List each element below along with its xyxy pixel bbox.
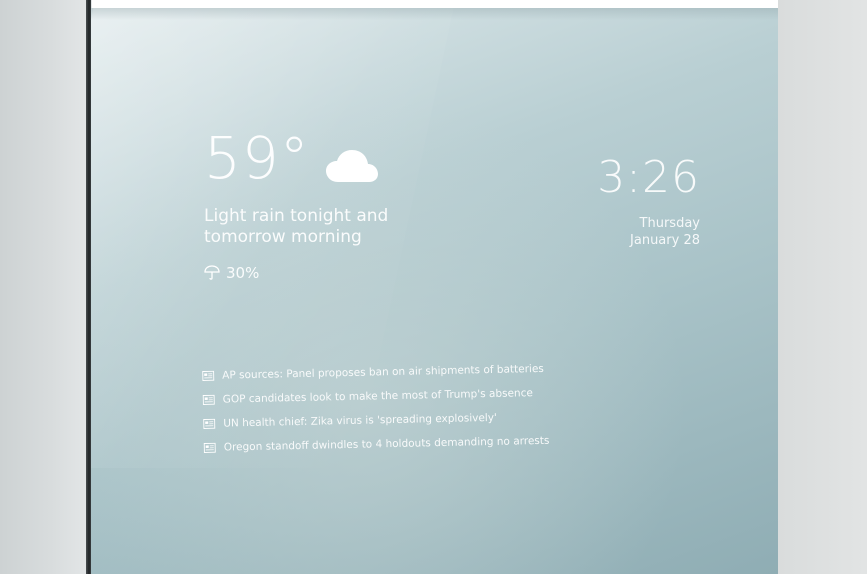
cloud-icon bbox=[325, 150, 378, 182]
smart-mirror-photo: 59° Light rain tonight and tomorrow morn… bbox=[0, 0, 867, 574]
mirror-display: 59° Light rain tonight and tomorrow morn… bbox=[91, 8, 778, 574]
weather-widget: 59° Light rain tonight and tomorrow morn… bbox=[204, 126, 414, 282]
news-icon bbox=[203, 418, 216, 429]
news-headline: Oregon standoff dwindles to 4 holdouts d… bbox=[223, 434, 550, 454]
precipitation-chance: 30% bbox=[226, 264, 260, 282]
news-headline: UN health chief: Zika virus is 'spreadin… bbox=[223, 411, 498, 430]
news-headline: GOP candidates look to make the most of … bbox=[222, 387, 533, 406]
wall-left bbox=[0, 0, 92, 574]
clock-date: January 28 bbox=[630, 233, 700, 248]
mirror-top-shadow bbox=[91, 8, 778, 20]
clock-widget: 3:26 Thursday January 28 bbox=[597, 153, 700, 249]
news-icon bbox=[202, 394, 215, 405]
news-feed: AP sources: Panel proposes ban on air sh… bbox=[202, 357, 550, 460]
temperature: 59° bbox=[204, 124, 310, 192]
wall-right bbox=[778, 0, 867, 574]
precipitation: 30% bbox=[204, 264, 414, 282]
clock-time: 3:26 bbox=[597, 152, 700, 203]
weather-condition: Light rain tonight and tomorrow morning bbox=[204, 206, 389, 247]
news-icon bbox=[202, 370, 215, 381]
news-icon bbox=[203, 442, 216, 453]
temperature-row: 59° bbox=[204, 126, 414, 190]
umbrella-icon bbox=[204, 265, 220, 280]
clock-day: Thursday bbox=[639, 216, 700, 231]
news-headline: AP sources: Panel proposes ban on air sh… bbox=[222, 362, 544, 382]
